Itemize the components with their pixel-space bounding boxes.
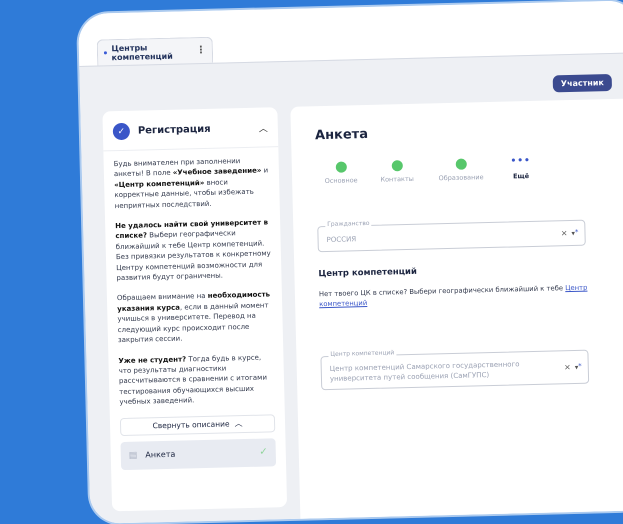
- registration-header[interactable]: ✓ Регистрация ︿: [102, 107, 279, 152]
- description-paragraph: Будь внимателен при заполнении анкеты! В…: [114, 155, 270, 211]
- description-text: «Учебное заведение»: [172, 166, 262, 178]
- sidebar-item-anketa[interactable]: ▤ Анкета ✓: [120, 437, 277, 470]
- tab-dot-icon: [103, 51, 107, 55]
- chevron-up-icon[interactable]: ︿: [259, 121, 268, 134]
- more-dots-icon: •••: [510, 155, 531, 167]
- step-eshche[interactable]: ••• Ещё: [496, 155, 547, 181]
- step-done-icon: [391, 160, 403, 172]
- app-window: Центры компетенций ⋮ Участник ✓ Регистра…: [78, 0, 623, 524]
- page-title: Анкета: [314, 126, 369, 144]
- kebab-menu-icon[interactable]: ⋮: [196, 45, 206, 56]
- collapse-label: Свернуть описание: [152, 419, 230, 431]
- description-paragraph: Обращаем внимание на необходимость указа…: [117, 290, 273, 346]
- step-done-icon: [455, 158, 467, 170]
- required-star-icon: *: [574, 228, 579, 237]
- form-panel: Анкета Основное Контакты Образование •••…: [290, 98, 623, 524]
- competence-controls: × ▾*: [564, 362, 582, 371]
- step-done-icon: [335, 161, 347, 173]
- step-obrazovanie[interactable]: Образование: [436, 158, 487, 182]
- citizenship-select[interactable]: Гражданство РОССИЯ × ▾*: [317, 219, 586, 253]
- step-label: Основное: [324, 176, 358, 186]
- registration-check-icon: ✓: [112, 122, 131, 141]
- competence-center-label: Центр компетенций: [328, 349, 397, 358]
- checkmark-icon: ✓: [259, 446, 268, 458]
- description-paragraph: Уже не студент? Тогда будь в курсе, что …: [118, 352, 274, 408]
- step-osnovnoe[interactable]: Основное: [316, 161, 367, 185]
- step-label: Ещё: [512, 172, 530, 181]
- step-label: Контакты: [380, 174, 414, 184]
- tab-label: Центры компетенций: [111, 42, 173, 62]
- registration-panel: ✓ Регистрация ︿ Будь внимателен при запо…: [102, 107, 288, 512]
- registration-title: Регистрация: [137, 123, 211, 137]
- citizenship-label: Гражданство: [325, 219, 372, 229]
- tab-competence-centers[interactable]: Центры компетенций ⋮: [96, 36, 214, 66]
- chevron-up-small-icon: ︿: [234, 419, 243, 429]
- sidebar-item-label: Анкета: [145, 449, 176, 460]
- competence-center-select[interactable]: Центр компетенций Центр компетенций Сама…: [320, 349, 590, 391]
- description-text: и: [261, 166, 269, 175]
- step-label: Образование: [438, 173, 484, 183]
- form-stepper: Основное Контакты Образование ••• Ещё: [316, 155, 547, 203]
- registration-description: Будь внимателен при заполнении анкеты! В…: [103, 147, 284, 408]
- competence-hint: Нет твоего ЦК в списке? Выбери географич…: [318, 284, 566, 299]
- competence-section-title: Центр компетенций: [318, 266, 417, 280]
- description-text: Уже не студент?: [118, 354, 187, 365]
- description-paragraph: Не удалось найти свой университет в спис…: [115, 217, 271, 283]
- citizenship-value: РОССИЯ: [326, 235, 357, 244]
- description-text: «Центр компетенций»: [114, 178, 205, 189]
- role-badge[interactable]: Участник: [552, 73, 613, 93]
- workspace: Участник ✓ Регистрация ︿ Будь внимателен…: [79, 52, 623, 524]
- competence-center-value: Центр компетенций Самарского государстве…: [329, 360, 520, 383]
- description-text: Обращаем внимание на: [116, 292, 208, 303]
- document-icon: ▤: [128, 450, 138, 461]
- competence-section-text: Нет твоего ЦК в списке? Выбери географич…: [319, 282, 594, 309]
- step-kontakty[interactable]: Контакты: [372, 160, 423, 184]
- collapse-description-button[interactable]: Свернуть описание ︿: [119, 413, 276, 436]
- clear-icon[interactable]: ×: [564, 363, 571, 372]
- required-star-icon: *: [578, 362, 582, 371]
- citizenship-controls: × ▾*: [561, 228, 579, 237]
- clear-icon[interactable]: ×: [561, 229, 568, 238]
